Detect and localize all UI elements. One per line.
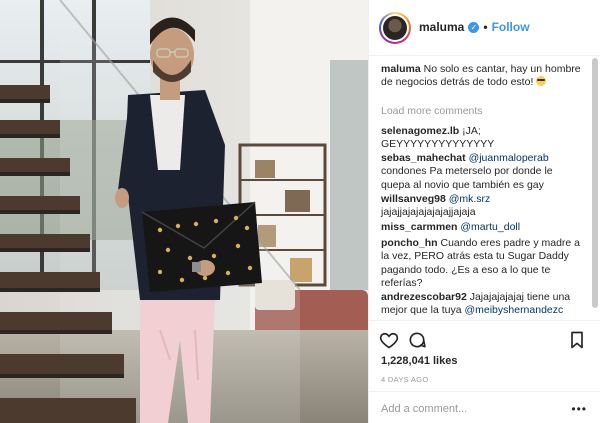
clutch-bag	[141, 201, 262, 292]
comment-username[interactable]: andrezescobar92	[381, 291, 467, 303]
more-options-icon[interactable]: •••	[571, 402, 587, 416]
avatar-image	[383, 16, 407, 40]
comments-list[interactable]: maluma No solo es cantar, hay un hombre …	[369, 57, 600, 319]
comment-mention[interactable]: @martu_doll	[460, 221, 520, 233]
follow-button[interactable]: Follow	[492, 20, 530, 34]
post-timestamp: 4 DAYS AGO	[381, 375, 429, 384]
comment-username[interactable]: miss_carmmen	[381, 221, 457, 233]
sunglasses-emoji-icon	[536, 76, 547, 87]
list-item: andrezescobar92 Jajajajajajaj tiene una …	[381, 291, 581, 318]
add-comment-input[interactable]	[381, 401, 561, 417]
comment-mention[interactable]: @meibyshernandezc	[464, 304, 563, 316]
caption: maluma No solo es cantar, hay un hombre …	[381, 63, 581, 90]
comment-icon[interactable]	[407, 330, 427, 350]
comment-username[interactable]: maluma	[381, 63, 421, 75]
list-item: sebas_mahechat @juanmaloperab condones P…	[381, 152, 581, 192]
add-comment-bar: •••	[369, 391, 600, 423]
post-sidebar: maluma ✓ • Follow maluma No solo es cant…	[368, 0, 600, 423]
list-item: selenagomez.lb ¡JA; GEYYYYYYYYYYYYYY	[381, 125, 581, 152]
verified-badge-icon: ✓	[468, 21, 480, 33]
post-photo[interactable]	[0, 0, 368, 423]
comment-mention[interactable]: @mk.srz	[449, 193, 491, 205]
bookmark-icon[interactable]	[567, 330, 587, 350]
comments-scrollbar[interactable]	[592, 58, 598, 308]
post-image	[0, 0, 368, 423]
comment-text: jajajjajajajajajajjajaja	[381, 206, 476, 219]
comment-username[interactable]: willsanveg98	[381, 193, 446, 205]
likes-count[interactable]: 1,228,041 likes	[381, 355, 457, 367]
list-item: poncho_hn Cuando eres padre y madre a la…	[381, 237, 581, 291]
avatar[interactable]	[379, 12, 411, 44]
list-item: miss_carmmen @martu_doll	[381, 221, 581, 234]
post-actions: 1,228,041 likes 4 DAYS AGO •••	[369, 320, 600, 423]
post-username[interactable]: maluma	[419, 20, 464, 34]
load-more-comments-button[interactable]: Load more comments	[381, 105, 483, 117]
heart-icon[interactable]	[379, 330, 399, 350]
comment-text: condones Pa meterselo por donde le quepa…	[381, 165, 553, 191]
header-separator: •	[483, 20, 488, 34]
list-item: willsanveg98 @mk.srz jajajjajajajajajajj…	[381, 193, 581, 220]
comment-mention[interactable]: @juanmaloperab	[469, 152, 549, 164]
comment-username[interactable]: poncho_hn	[381, 237, 438, 249]
comment-username[interactable]: sebas_mahechat	[381, 152, 466, 164]
post-header: maluma ✓ • Follow	[369, 0, 600, 56]
comment-username[interactable]: selenagomez.lb	[381, 125, 459, 137]
